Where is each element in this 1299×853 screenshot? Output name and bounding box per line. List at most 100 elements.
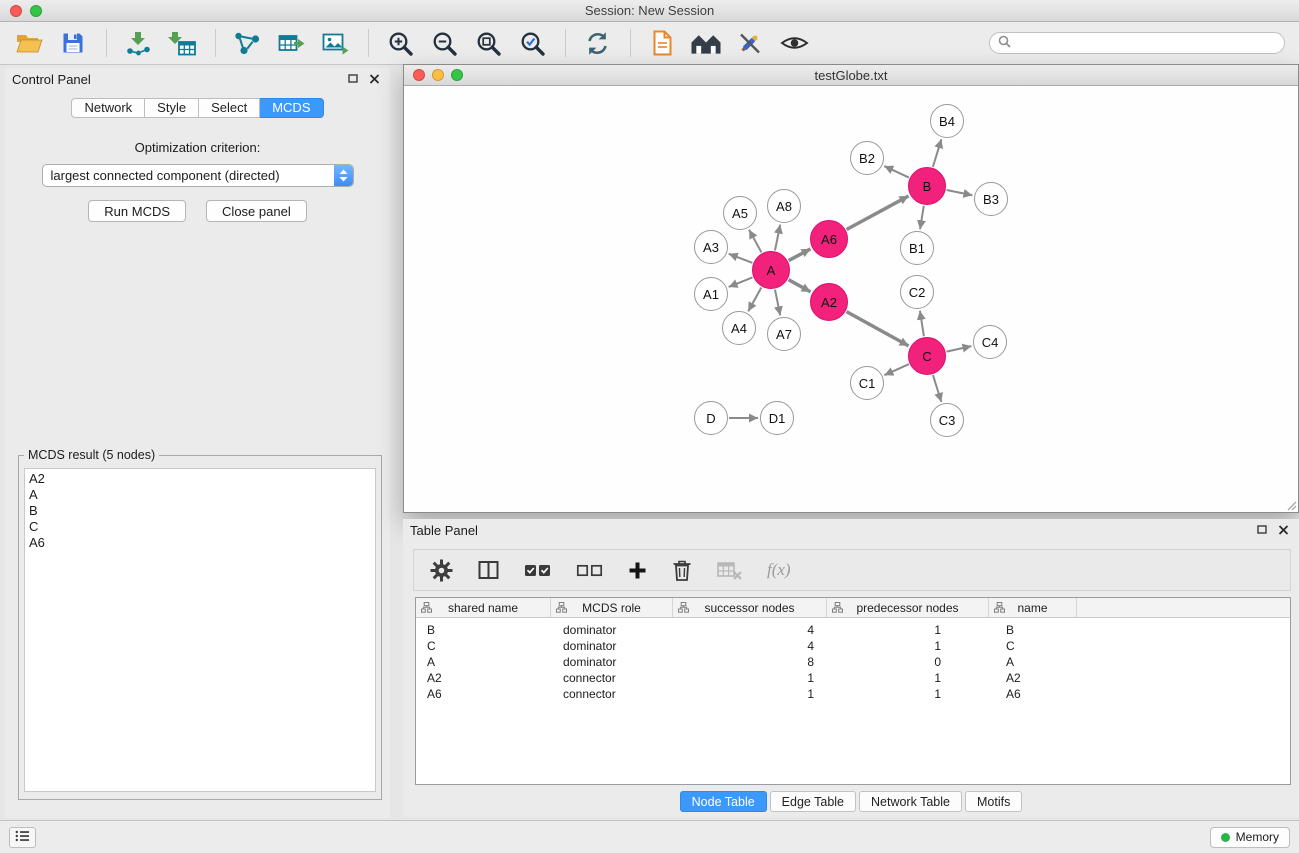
add-icon[interactable] — [628, 561, 647, 580]
zoom-in-icon[interactable] — [385, 28, 415, 58]
node-C3[interactable]: C3 — [930, 403, 964, 437]
mcds-result-item[interactable]: C — [29, 519, 371, 535]
table-row[interactable]: Bdominator41B — [416, 622, 1290, 638]
node-A2[interactable]: A2 — [810, 283, 848, 321]
node-B4[interactable]: B4 — [930, 104, 964, 138]
table-row[interactable]: A2connector11A2 — [416, 670, 1290, 686]
network-window-titlebar[interactable]: testGlobe.txt — [404, 65, 1298, 86]
node-A[interactable]: A — [752, 251, 790, 289]
node-C2[interactable]: C2 — [900, 275, 934, 309]
optimization-criterion-dropdown[interactable]: largest connected component (directed) — [42, 164, 354, 187]
edge-B-B1[interactable] — [920, 206, 924, 229]
export-table-icon[interactable] — [276, 28, 306, 58]
run-mcds-button[interactable]: Run MCDS — [88, 200, 186, 222]
new-network-icon[interactable] — [232, 28, 262, 58]
select-all-icon[interactable] — [524, 562, 551, 579]
column-header-successor-nodes[interactable]: successor nodes — [673, 598, 827, 617]
edge-B-B3[interactable] — [947, 190, 973, 195]
node-A6[interactable]: A6 — [810, 220, 848, 258]
zoom-selected-icon[interactable] — [517, 28, 547, 58]
resize-grip-icon[interactable] — [1285, 499, 1297, 511]
tab-edge-table[interactable]: Edge Table — [770, 791, 856, 812]
edge-A-A3[interactable] — [729, 254, 753, 263]
split-pane-icon[interactable] — [478, 560, 499, 580]
column-header-shared-name[interactable]: shared name — [416, 598, 551, 617]
table-row[interactable]: Cdominator41C — [416, 638, 1290, 654]
memory-button[interactable]: Memory — [1210, 827, 1290, 848]
table-row[interactable]: A6connector11A6 — [416, 686, 1290, 702]
tab-node-table[interactable]: Node Table — [680, 791, 767, 812]
node-B1[interactable]: B1 — [900, 231, 934, 265]
float-table-panel-icon[interactable] — [1254, 522, 1271, 538]
edge-C-C2[interactable] — [920, 311, 924, 336]
zoom-out-icon[interactable] — [429, 28, 459, 58]
node-A1[interactable]: A1 — [694, 277, 728, 311]
network-minimize-button[interactable] — [432, 69, 444, 81]
mcds-result-item[interactable]: A6 — [29, 535, 371, 551]
mcds-result-list[interactable]: A2ABCA6 — [24, 468, 376, 792]
zoom-fit-icon[interactable] — [473, 28, 503, 58]
graphics-details-icon[interactable] — [735, 28, 765, 58]
clipboard-icon[interactable] — [647, 28, 677, 58]
close-panel-button[interactable]: Close panel — [206, 200, 307, 222]
column-header-mcds-role[interactable]: MCDS role — [551, 598, 673, 617]
mcds-result-item[interactable]: A2 — [29, 471, 371, 487]
edge-A-A1[interactable] — [729, 277, 753, 287]
tab-style[interactable]: Style — [145, 98, 199, 118]
network-canvas[interactable]: B4B2BB3A5A8A6B1A3AC2A1A2A4A7CC4C1C3DD1 — [404, 86, 1298, 512]
export-image-icon[interactable] — [320, 28, 350, 58]
column-header-predecessor-nodes[interactable]: predecessor nodes — [827, 598, 989, 617]
import-table-icon[interactable] — [167, 28, 197, 58]
node-B3[interactable]: B3 — [974, 182, 1008, 216]
network-zoom-button[interactable] — [451, 69, 463, 81]
tab-motifs[interactable]: Motifs — [965, 791, 1022, 812]
edge-B-B4[interactable] — [933, 139, 942, 167]
node-C1[interactable]: C1 — [850, 366, 884, 400]
edge-B-B2[interactable] — [884, 166, 909, 178]
save-session-icon[interactable] — [58, 28, 88, 58]
node-A7[interactable]: A7 — [767, 317, 801, 351]
edge-C-C1[interactable] — [884, 364, 908, 375]
mcds-result-item[interactable]: A — [29, 487, 371, 503]
edge-A-A2[interactable] — [789, 280, 811, 292]
edge-A-A7[interactable] — [775, 290, 780, 316]
unselect-all-icon[interactable] — [576, 562, 603, 579]
node-A5[interactable]: A5 — [723, 196, 757, 230]
node-A3[interactable]: A3 — [694, 230, 728, 264]
table-row[interactable]: Adominator80A — [416, 654, 1290, 670]
edge-A-A6[interactable] — [789, 249, 811, 261]
edge-A-A5[interactable] — [749, 230, 761, 253]
zoom-window-button[interactable] — [30, 5, 42, 17]
node-A8[interactable]: A8 — [767, 189, 801, 223]
task-history-button[interactable] — [9, 827, 36, 848]
float-panel-icon[interactable] — [345, 71, 362, 87]
tab-network-table[interactable]: Network Table — [859, 791, 962, 812]
import-network-icon[interactable] — [123, 28, 153, 58]
open-file-icon[interactable] — [14, 28, 44, 58]
node-A4[interactable]: A4 — [722, 311, 756, 345]
edge-C-C3[interactable] — [933, 375, 941, 402]
eye-icon[interactable] — [779, 28, 809, 58]
column-header-name[interactable]: name — [989, 598, 1077, 617]
node-C[interactable]: C — [908, 337, 946, 375]
search-input[interactable] — [1016, 36, 1276, 50]
edge-A-A4[interactable] — [748, 288, 761, 312]
homes-icon[interactable] — [691, 28, 721, 58]
close-panel-icon[interactable] — [366, 71, 383, 87]
edge-A6-B[interactable] — [847, 196, 909, 229]
refresh-icon[interactable] — [582, 28, 612, 58]
tab-network[interactable]: Network — [71, 98, 145, 118]
mcds-result-item[interactable]: B — [29, 503, 371, 519]
node-B[interactable]: B — [908, 167, 946, 205]
close-window-button[interactable] — [10, 5, 22, 17]
settings-gear-icon[interactable] — [430, 559, 453, 582]
node-D1[interactable]: D1 — [760, 401, 794, 435]
node-B2[interactable]: B2 — [850, 141, 884, 175]
tab-mcds[interactable]: MCDS — [260, 98, 323, 118]
edge-A2-C[interactable] — [847, 312, 909, 346]
node-D[interactable]: D — [694, 401, 728, 435]
edge-C-C4[interactable] — [947, 346, 972, 352]
edge-A-A8[interactable] — [775, 225, 780, 251]
search-box[interactable] — [989, 32, 1285, 54]
network-close-button[interactable] — [413, 69, 425, 81]
